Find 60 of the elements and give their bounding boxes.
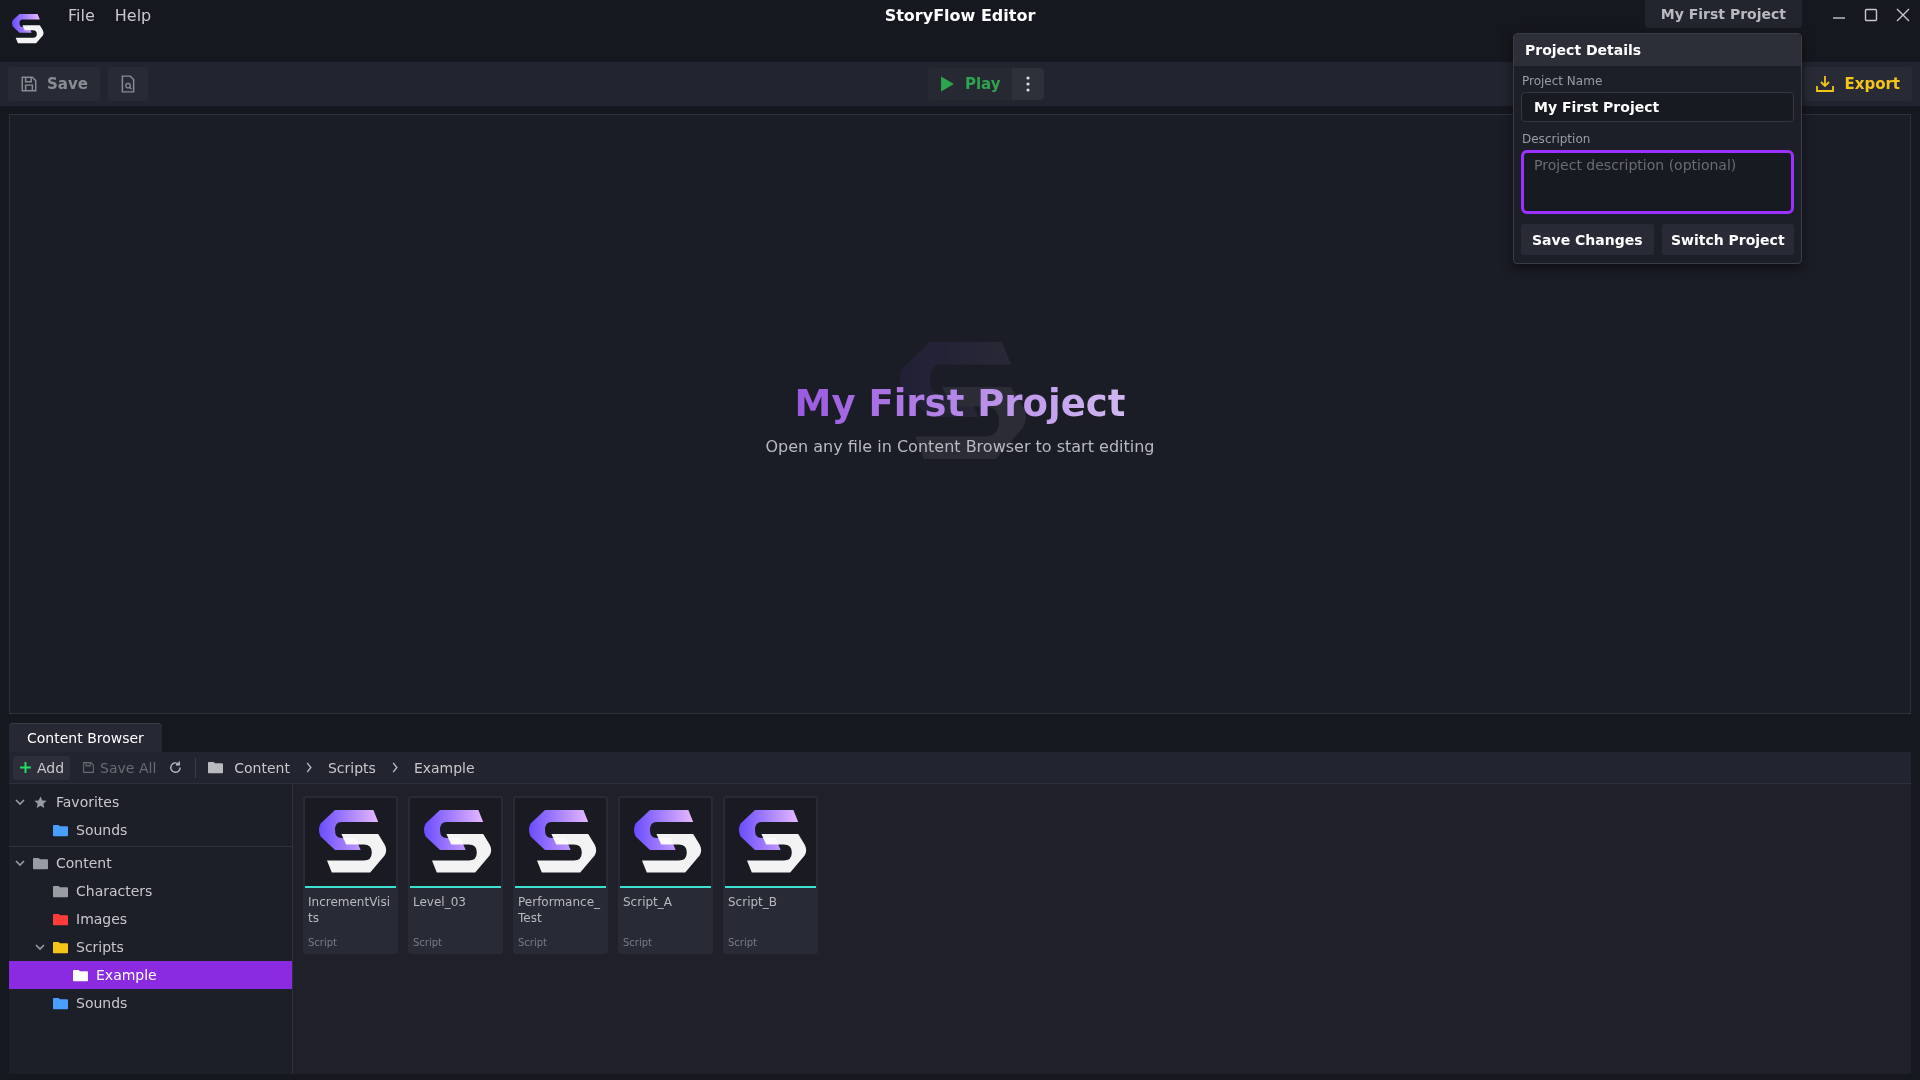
file-card[interactable]: Script_B Script xyxy=(723,796,818,954)
folder-icon xyxy=(208,761,224,774)
tree-item[interactable]: Sounds xyxy=(9,816,292,844)
play-icon xyxy=(939,75,955,93)
more-button[interactable] xyxy=(1012,68,1045,100)
tree-item[interactable]: Example xyxy=(9,961,292,989)
popup-button[interactable]: Switch Project xyxy=(1661,224,1794,255)
tree-item[interactable]: Favorites xyxy=(9,788,292,816)
file-preview-button[interactable] xyxy=(107,67,148,101)
file-name: Script_B xyxy=(728,894,779,911)
tree-item[interactable]: Content xyxy=(9,849,292,877)
chevron-down-icon[interactable] xyxy=(15,797,25,807)
file-card[interactable]: Script_A Script xyxy=(618,796,713,954)
popup-button[interactable]: Save Changes xyxy=(1521,224,1654,255)
file-type: Script xyxy=(728,937,758,948)
field-label: Description xyxy=(1522,132,1592,146)
save-icon xyxy=(82,761,96,774)
file-type: Script xyxy=(623,937,653,948)
description-field[interactable]: Project description (optional) xyxy=(1521,150,1794,214)
chevron-right-icon xyxy=(390,762,399,773)
maximize-icon[interactable] xyxy=(1864,8,1878,22)
tree-item[interactable]: Scripts xyxy=(9,933,292,961)
field-label: Project Name xyxy=(1522,74,1604,88)
save-button[interactable]: Save xyxy=(8,67,100,101)
plus-icon xyxy=(19,761,32,774)
export-button[interactable]: Export xyxy=(1804,67,1912,101)
download-icon xyxy=(1816,75,1835,93)
file-name: Script_A xyxy=(623,894,673,911)
content-browser-tab[interactable]: Content Browser xyxy=(9,723,162,752)
menu-item[interactable]: Help xyxy=(114,6,152,25)
file-name: IncrementVisits xyxy=(308,894,392,927)
breadcrumb-item[interactable]: Content xyxy=(231,759,293,776)
file-type: Script xyxy=(308,937,338,948)
window-title: StoryFlow Editor xyxy=(884,6,1036,25)
tree-item[interactable]: Characters xyxy=(9,877,292,905)
tree-item[interactable]: Images xyxy=(9,905,292,933)
file-name: Level_03 xyxy=(413,894,467,911)
chevron-down-icon[interactable] xyxy=(35,942,45,952)
file-card[interactable]: Performance_Test Script xyxy=(513,796,608,954)
chevron-down-icon[interactable] xyxy=(15,858,25,868)
add-button[interactable]: Add xyxy=(13,755,71,780)
file-type: Script xyxy=(413,937,443,948)
more-icon xyxy=(1026,76,1031,92)
file-card[interactable]: IncrementVisits Script xyxy=(303,796,398,954)
tree-item[interactable]: Sounds xyxy=(9,989,292,1017)
close-icon[interactable] xyxy=(1896,8,1910,22)
project-button[interactable]: My First Project xyxy=(1644,0,1802,28)
file-card[interactable]: Level_03 Script xyxy=(408,796,503,954)
chevron-right-icon xyxy=(304,762,313,773)
refresh-icon[interactable] xyxy=(168,760,184,775)
star-icon xyxy=(33,795,48,809)
empty-hint: Open any file in Content Browser to start editing xyxy=(765,437,1155,456)
breadcrumb-item[interactable]: Example xyxy=(410,759,478,776)
file-name: Performance_Test xyxy=(518,894,602,927)
popup-title: Project Details xyxy=(1514,34,1801,66)
save-icon xyxy=(20,75,38,93)
breadcrumb-item[interactable]: Scripts xyxy=(324,759,379,776)
menu-item[interactable]: File xyxy=(68,6,95,25)
project-name-field[interactable]: My First Project xyxy=(1521,92,1794,122)
file-type: Script xyxy=(518,937,548,948)
